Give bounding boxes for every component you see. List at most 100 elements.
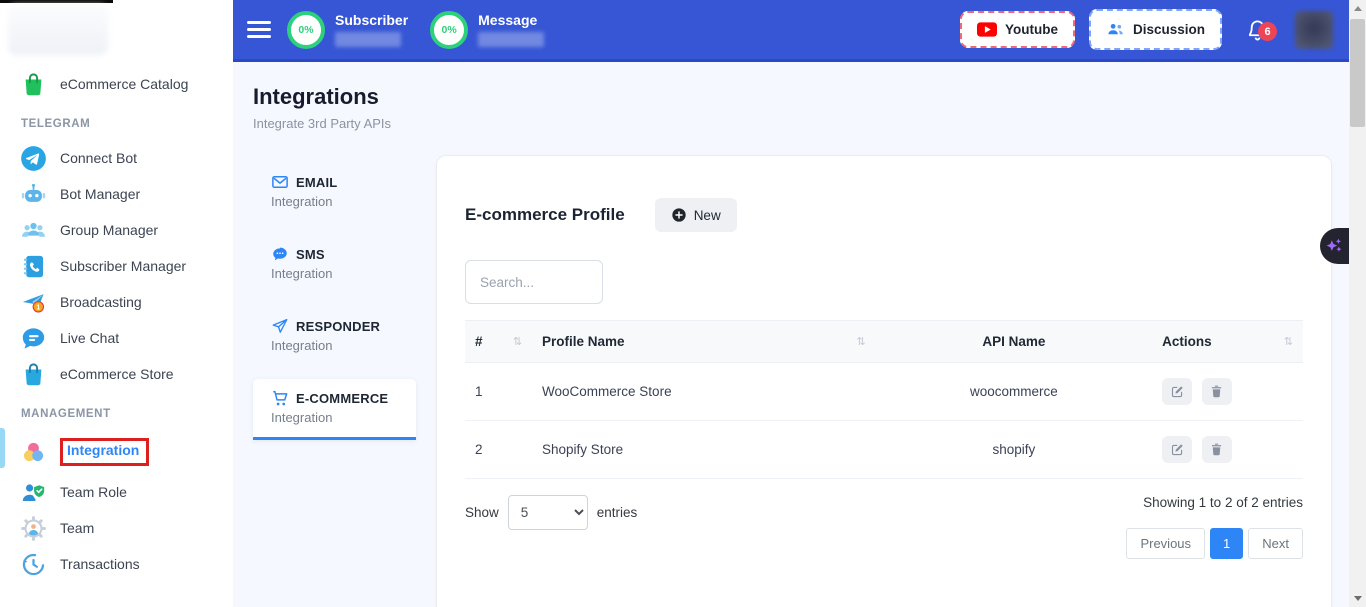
sidebar-item-broadcasting[interactable]: 1 Broadcasting [0,284,233,320]
row-profile-name: WooCommerce Store [532,363,876,421]
integration-circles-icon [20,439,47,466]
user-avatar[interactable] [1295,11,1333,49]
sidebar-item-ecommerce-store[interactable]: eCommerce Store [0,356,233,392]
tab-title: E-COMMERCE [296,391,388,406]
edit-button[interactable] [1162,436,1192,463]
row-num: 2 [465,421,532,479]
main-content: Integrations Integrate 3rd Party APIs EM… [233,62,1349,607]
entries-label: entries [597,505,638,520]
page-size-select[interactable]: 5 [508,495,588,530]
hamburger-menu-icon[interactable] [247,17,271,42]
page-subtitle: Integrate 3rd Party APIs [253,116,1349,131]
sidebar-item-label: Bot Manager [60,186,140,202]
message-stat-value-blurred [478,32,544,47]
telegram-icon [20,145,47,172]
sidebar-item-label: Live Chat [60,330,119,346]
youtube-button-label: Youtube [1005,22,1058,37]
sidebar-section-telegram: TELEGRAM [0,102,233,140]
message-progress-ring: 0% [430,11,468,49]
delete-button[interactable] [1202,378,1232,405]
page-scrollbar [1349,0,1366,607]
email-icon [271,173,289,191]
sidebar-item-team[interactable]: Team [0,510,233,546]
discussion-button[interactable]: Discussion [1089,9,1222,50]
contact-book-icon [20,253,47,280]
scroll-down-arrow[interactable] [1349,590,1366,607]
people-group-icon [20,217,47,244]
column-header-api-name[interactable]: API Name [876,321,1153,363]
tab-sms-integration[interactable]: SMS Integration [253,235,416,293]
pagination: Previous 1 Next [1126,528,1303,559]
cart-icon [271,389,289,407]
sidebar-item-label: Team Role [60,484,127,500]
sms-icon [271,245,289,263]
edit-pencil-icon [1170,442,1185,457]
person-shield-icon [20,479,47,506]
sidebar-item-label: Subscriber Manager [60,258,186,274]
trash-icon [1209,442,1224,457]
sidebar-item-ecommerce-catalog[interactable]: eCommerce Catalog [0,66,233,102]
subscriber-stat-value-blurred [335,32,401,47]
shopping-bag-green-icon [20,71,47,98]
paper-plane-badge-icon: 1 [20,289,47,316]
sidebar-item-group-manager[interactable]: Group Manager [0,212,233,248]
gear-person-icon [20,515,47,542]
tab-title: RESPONDER [296,319,380,334]
sidebar-nav: eCommerce Catalog TELEGRAM Connect Bot B… [0,66,233,582]
message-stat-label: Message [478,12,544,28]
table-row: 1 WooCommerce Store woocommerce [465,363,1303,421]
top-edge-line [0,0,113,3]
subscriber-stat: 0% Subscriber [287,11,408,49]
next-page-button[interactable]: Next [1248,528,1303,559]
row-api-name: shopify [876,421,1153,479]
row-num: 1 [465,363,532,421]
sparkles-icon [1324,236,1345,257]
scrollbar-thumb[interactable] [1350,19,1365,127]
tab-subtitle: Integration [271,194,410,209]
sidebar-item-team-role[interactable]: Team Role [0,474,233,510]
tab-subtitle: Integration [271,410,410,425]
notifications-button[interactable]: 6 [1246,18,1269,41]
plus-circle-icon [671,207,687,223]
trash-icon [1209,384,1224,399]
page-1-button[interactable]: 1 [1210,528,1243,559]
integration-subnav: EMAIL Integration SMS Integration [253,155,416,454]
sort-icon: ⇅ [513,335,522,348]
edit-button[interactable] [1162,378,1192,405]
panel-title: E-commerce Profile [465,205,625,225]
column-header-profile-name[interactable]: Profile Name⇅ [532,321,876,363]
youtube-button[interactable]: Youtube [960,11,1075,48]
scroll-up-arrow[interactable] [1349,0,1366,17]
delete-button[interactable] [1202,436,1232,463]
sidebar-item-label: Broadcasting [60,294,142,310]
sidebar-item-live-chat[interactable]: Live Chat [0,320,233,356]
table-row: 2 Shopify Store shopify [465,421,1303,479]
column-header-actions[interactable]: Actions⇅ [1152,321,1303,363]
sidebar-item-transactions[interactable]: Transactions [0,546,233,582]
active-item-indicator [0,428,5,468]
sidebar-item-subscriber-manager[interactable]: Subscriber Manager [0,248,233,284]
tab-responder-integration[interactable]: RESPONDER Integration [253,307,416,365]
tab-title: SMS [296,247,325,262]
people-icon [1106,20,1125,39]
search-input[interactable] [465,260,603,304]
sidebar-item-connect-bot[interactable]: Connect Bot [0,140,233,176]
column-header-num[interactable]: #⇅ [465,321,532,363]
broadcasting-badge: 1 [36,302,40,311]
sidebar: eCommerce Catalog TELEGRAM Connect Bot B… [0,0,233,607]
tab-ecommerce-integration[interactable]: E-COMMERCE Integration [253,379,416,440]
sidebar-item-label: Transactions [60,556,140,572]
annotation-highlight-box: Integration [60,438,149,466]
new-profile-button[interactable]: New [655,198,737,232]
history-clock-icon [20,551,47,578]
tab-email-integration[interactable]: EMAIL Integration [253,163,416,221]
previous-page-button[interactable]: Previous [1126,528,1205,559]
message-stat: 0% Message [430,11,544,49]
ai-assistant-fab[interactable] [1320,228,1349,264]
subscriber-progress-ring: 0% [287,11,325,49]
sort-icon: ⇅ [1284,335,1293,348]
sidebar-item-label: Group Manager [60,222,158,238]
tab-title: EMAIL [296,175,337,190]
sidebar-item-bot-manager[interactable]: Bot Manager [0,176,233,212]
sidebar-item-integration[interactable]: Integration [0,430,233,474]
